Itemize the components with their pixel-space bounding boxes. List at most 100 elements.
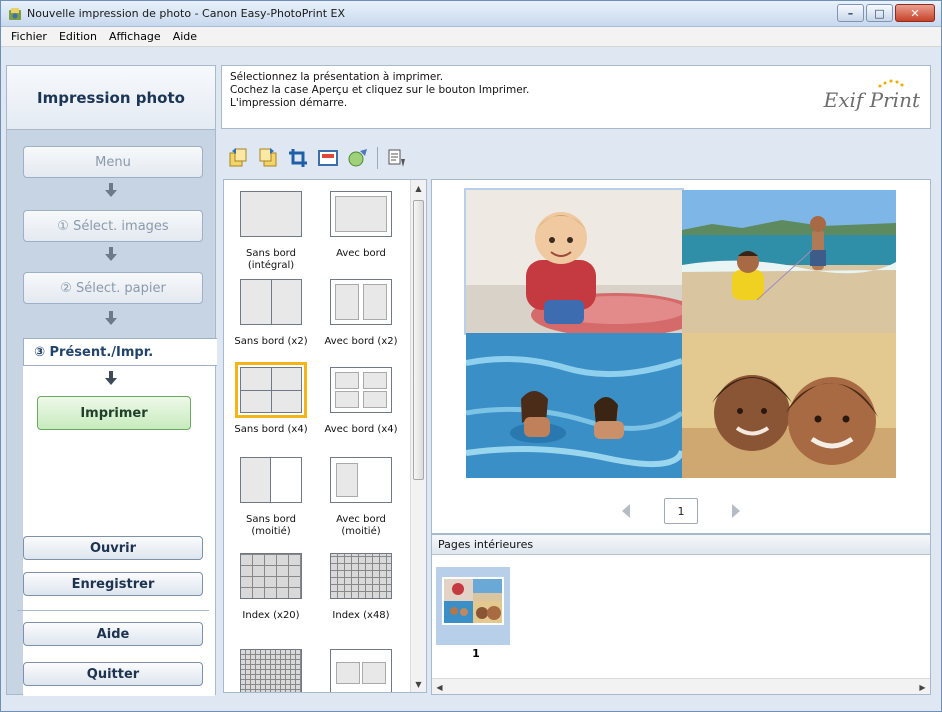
menu-view[interactable]: Affichage [104, 30, 166, 43]
minimize-button[interactable]: – [837, 4, 864, 22]
previous-page-icon[interactable] [622, 504, 630, 518]
rotate-right-icon[interactable] [255, 145, 281, 171]
scroll-up-arrow-icon[interactable]: ▲ [411, 180, 426, 196]
rotate-left-icon[interactable] [225, 145, 251, 171]
layout-thumbnail-frame [235, 274, 307, 330]
inner-pages-panel: Pages intérieures 1 ◀ ▶ [431, 534, 931, 695]
exif-print-logo: Exif Print [823, 88, 920, 112]
layout-thumbnail-frame [325, 548, 397, 604]
child-on-float-photo[interactable] [464, 188, 684, 335]
layout-bordered-x2[interactable]: Avec bord (x2) [318, 274, 404, 348]
layout-index-more[interactable] [228, 644, 314, 692]
arrow-down-icon [105, 247, 117, 261]
scrollbar-thumb[interactable] [413, 200, 424, 480]
layout-label: Avec bord (x2) [324, 336, 398, 347]
layout-bordered-x4[interactable]: Avec bord (x4) [318, 362, 404, 436]
layout-thumbnail-frame [235, 362, 307, 418]
page-thumbnail-selected[interactable] [436, 567, 510, 645]
layout-label: Index (x48) [332, 610, 390, 621]
maximize-button[interactable]: □ [866, 4, 893, 22]
page-number-box: 1 [664, 498, 698, 524]
page-navigator: 1 [431, 491, 931, 531]
layout-label: Sans bord (moitié) [246, 514, 296, 537]
scroll-right-arrow-icon[interactable]: ▶ [915, 679, 930, 695]
toolbar-separator [377, 147, 378, 169]
layout-thumbnail [240, 367, 302, 413]
print-button[interactable]: Imprimer [37, 396, 191, 430]
layout-label: Sans bord (x4) [234, 424, 308, 435]
arrow-down-icon [105, 371, 117, 385]
title-bar[interactable]: Nouvelle impression de photo - Canon Eas… [1, 1, 941, 27]
menu-edit[interactable]: Edition [54, 30, 102, 43]
scroll-down-arrow-icon[interactable]: ▼ [411, 676, 426, 692]
layout-thumbnail [240, 191, 302, 237]
layout-thumbnail-frame [325, 362, 397, 418]
crop-icon[interactable] [285, 145, 311, 171]
layout-label: Index (x20) [242, 610, 300, 621]
preview-area [431, 179, 931, 534]
open-button[interactable]: Ouvrir [23, 536, 203, 560]
kids-in-sea-photo[interactable] [466, 333, 682, 478]
window-controls: – □ ✕ [837, 4, 935, 22]
layout-thumbnail-frame [325, 274, 397, 330]
page-thumbnail-number: 1 [472, 647, 480, 660]
date-settings-icon[interactable] [345, 145, 371, 171]
menu-help[interactable]: Aide [168, 30, 202, 43]
close-icon: ✕ [910, 6, 920, 20]
window-title: Nouvelle impression de photo - Canon Eas… [27, 7, 346, 20]
layout-label: Avec bord [336, 248, 386, 259]
inner-pages-header: Pages intérieures [432, 535, 930, 555]
layout-label: Avec bord (x4) [324, 424, 398, 435]
app-window: Nouvelle impression de photo - Canon Eas… [0, 0, 942, 712]
layout-thumbnail [330, 553, 392, 599]
help-button[interactable]: Aide [23, 622, 203, 646]
sidebar-title: Impression photo [7, 66, 215, 130]
instruction-line: Cochez la case Aperçu et cliquez sur le … [230, 84, 530, 96]
step-select-images-button[interactable]: ① Sélect. images [23, 210, 203, 242]
layout-list-scrollbar[interactable]: ▲ ▼ [410, 180, 426, 692]
layout-print-settings-icon[interactable] [384, 145, 410, 171]
layout-index-x48[interactable]: Index (x48) [318, 548, 404, 622]
beach-kids-photo[interactable] [682, 190, 896, 333]
step-select-paper-button[interactable]: ② Sélect. papier [23, 272, 203, 304]
frame-icon[interactable] [315, 145, 341, 171]
layout-bordered-half[interactable]: Avec bord (moitié) [318, 452, 404, 538]
minimize-icon: – [847, 6, 854, 20]
arrow-down-icon [105, 183, 117, 197]
layout-thumbnail-frame [235, 644, 307, 692]
next-page-icon[interactable] [732, 504, 740, 518]
inner-pages-scrollbar[interactable]: ◀ ▶ [432, 678, 930, 694]
layout-thumbnail [240, 553, 302, 599]
close-button[interactable]: ✕ [895, 4, 935, 22]
layout-thumbnail [240, 649, 302, 692]
layout-split-more[interactable] [318, 644, 404, 692]
instructions-panel: Sélectionnez la présentation à imprimer.… [221, 65, 931, 129]
layout-borderless-half[interactable]: Sans bord (moitié) [228, 452, 314, 538]
layout-bordered[interactable]: Avec bord [318, 186, 404, 260]
arrow-down-icon [105, 311, 117, 325]
layout-thumbnail-frame [235, 548, 307, 604]
scroll-left-arrow-icon[interactable]: ◀ [432, 679, 447, 695]
menu-file[interactable]: Fichier [6, 30, 52, 43]
instruction-line: L'impression démarre. [230, 97, 348, 109]
step-layout-print-tab[interactable]: ③ Présent./Impr. [23, 338, 217, 366]
page-thumbnail [442, 577, 504, 625]
exif-print-logo-mark [878, 79, 904, 88]
layout-thumbnail [330, 191, 392, 237]
layout-thumbnail [240, 279, 302, 325]
sidebar-divider [17, 610, 209, 611]
layout-index-x20[interactable]: Index (x20) [228, 548, 314, 622]
layout-borderless-full[interactable]: Sans bord (intégral) [228, 186, 314, 272]
layout-borderless-x4[interactable]: Sans bord (x4) [228, 362, 314, 436]
save-button[interactable]: Enregistrer [23, 572, 203, 596]
layout-thumbnail-frame [235, 452, 307, 508]
instruction-line: Sélectionnez la présentation à imprimer. [230, 71, 444, 83]
edit-toolbar [221, 141, 931, 175]
step-menu-button[interactable]: Menu [23, 146, 203, 178]
smiling-children-photo[interactable] [682, 333, 896, 478]
layout-thumbnail-frame [235, 186, 307, 242]
layout-thumbnail [330, 367, 392, 413]
maximize-icon: □ [874, 6, 885, 20]
quit-button[interactable]: Quitter [23, 662, 203, 686]
layout-borderless-x2[interactable]: Sans bord (x2) [228, 274, 314, 348]
